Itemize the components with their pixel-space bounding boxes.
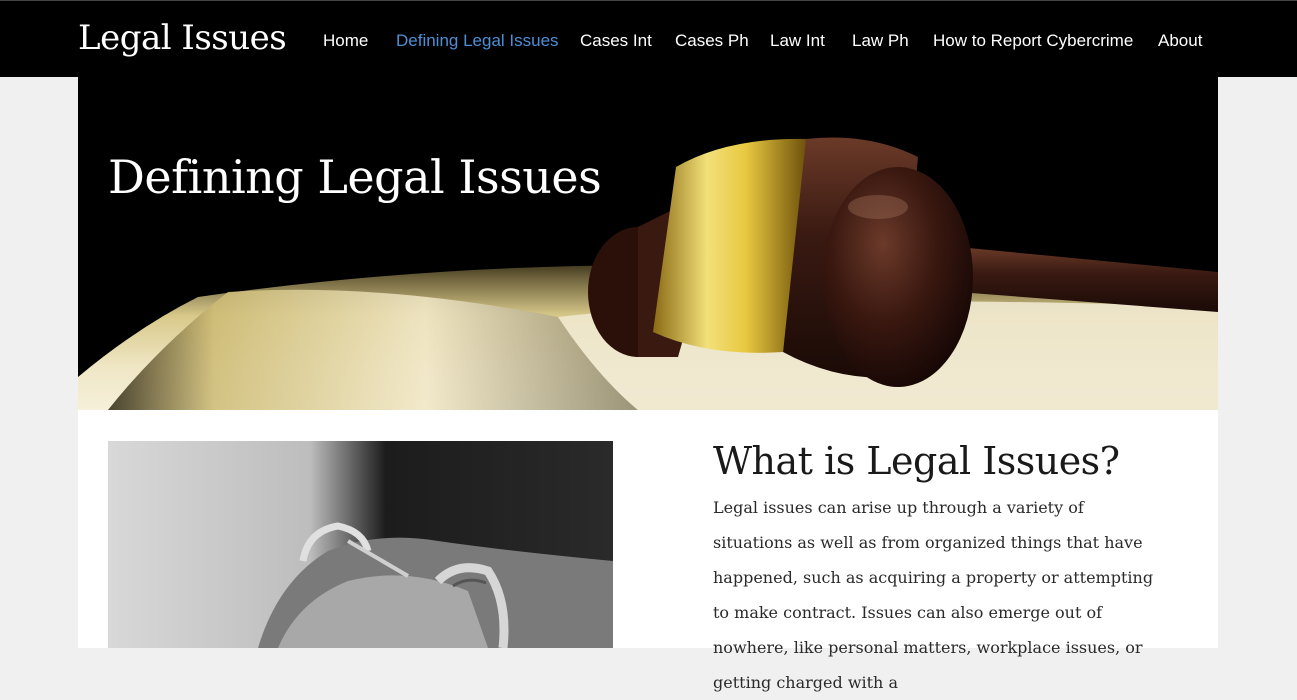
handcuffs-image xyxy=(108,441,613,648)
gavel-book-image xyxy=(78,77,1218,410)
nav-defining-legal-issues[interactable]: Defining Legal Issues xyxy=(396,29,559,53)
nav-how-to-report-cybercrime[interactable]: How to Report Cybercrime xyxy=(933,29,1133,53)
page-content: Defining Legal Issues What is Legal Issu… xyxy=(78,77,1218,692)
nav-about[interactable]: About xyxy=(1158,29,1202,53)
site-title-link[interactable]: Legal Issues xyxy=(78,15,287,61)
nav-law-int[interactable]: Law Int xyxy=(770,29,825,53)
hero-title: Defining Legal Issues xyxy=(108,150,602,204)
hero-banner: Defining Legal Issues xyxy=(78,77,1218,410)
article-body: Legal issues can arise up through a vari… xyxy=(713,498,1154,692)
nav-cases-int[interactable]: Cases Int xyxy=(580,29,652,53)
article-heading: What is Legal Issues? xyxy=(713,439,1120,483)
nav-cases-ph[interactable]: Cases Ph xyxy=(675,29,749,53)
nav-home[interactable]: Home xyxy=(323,29,368,53)
nav-law-ph[interactable]: Law Ph xyxy=(852,29,909,53)
site-header: Legal Issues Home Defining Legal Issues … xyxy=(0,0,1297,77)
